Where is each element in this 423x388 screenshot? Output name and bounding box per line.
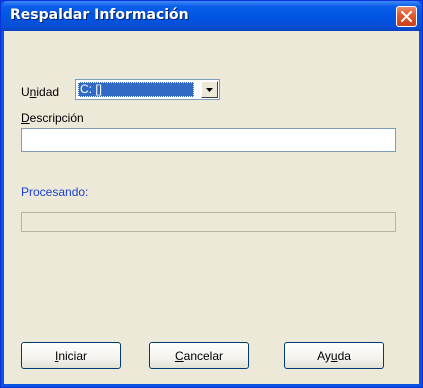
unidad-label: Unidad: [21, 85, 59, 99]
procesando-label: Procesando:: [21, 185, 89, 199]
dropdown-button[interactable]: [201, 81, 218, 98]
unidad-dropdown[interactable]: C: []: [75, 79, 220, 100]
descripcion-label: Descripción: [21, 111, 84, 125]
ayuda-button[interactable]: Ay u da: [284, 342, 384, 369]
window-title: Respaldar Información: [10, 7, 189, 23]
cancelar-button[interactable]: Cancelar: [149, 342, 249, 369]
close-button[interactable]: [396, 6, 417, 27]
unidad-selected-value: C: []: [78, 82, 194, 97]
close-icon: [401, 11, 412, 22]
dialog-window: Respaldar Información Unidad C: [] Descr…: [0, 0, 423, 388]
progress-bar: [21, 212, 396, 232]
iniciar-button[interactable]: Iniciar: [21, 342, 121, 369]
unidad-label-text: Unidad: [21, 85, 60, 99]
title-bar[interactable]: Respaldar Información: [1, 1, 422, 31]
chevron-down-icon: [206, 87, 213, 92]
descripcion-input[interactable]: [21, 128, 396, 152]
dialog-body: Unidad C: [] Descripción Procesando: Ini…: [4, 31, 419, 384]
